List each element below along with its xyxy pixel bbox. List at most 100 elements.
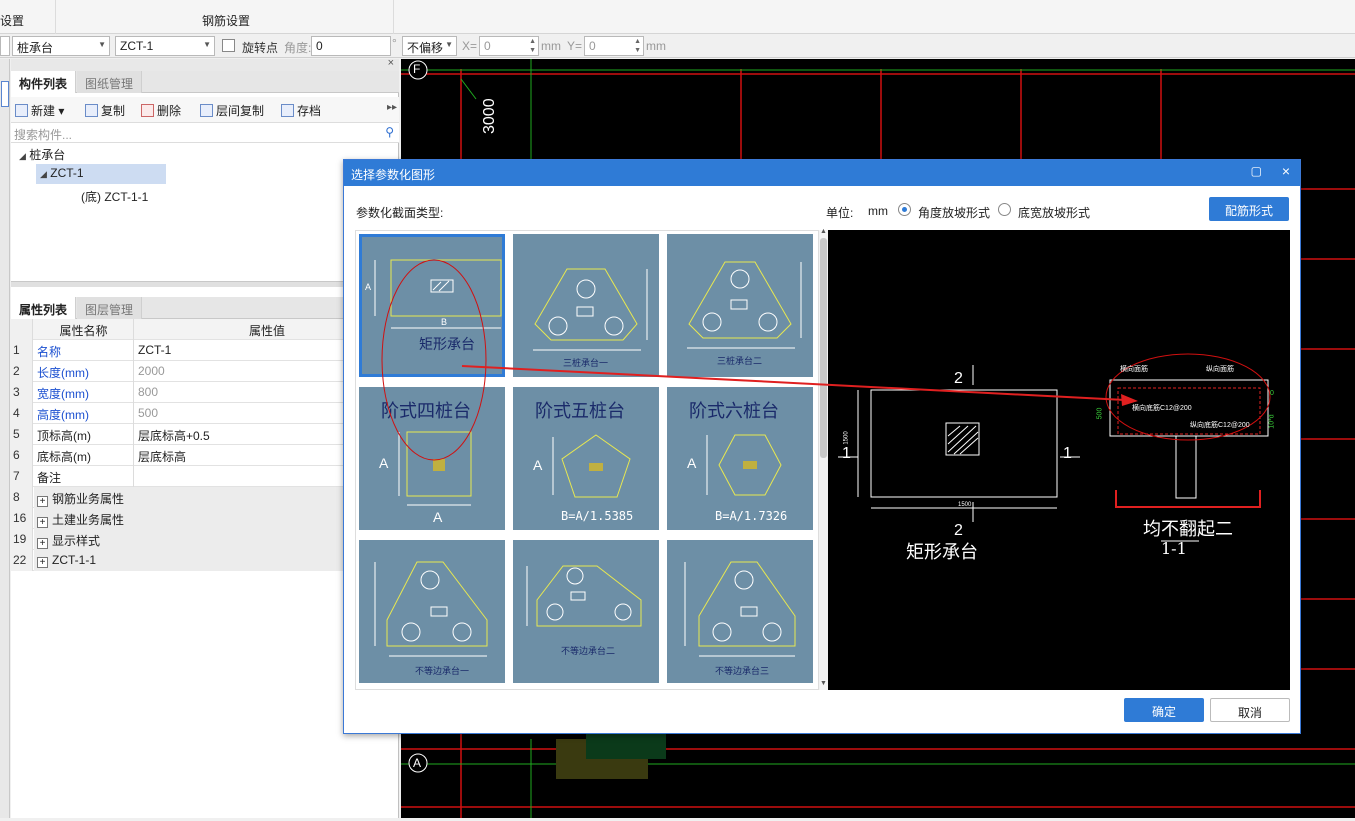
tab-layer-manager[interactable]: 图层管理 <box>77 297 143 319</box>
type-combo[interactable]: 桩承台 ▼ <box>12 36 110 56</box>
section-marker-right: 1 <box>1063 445 1072 462</box>
angle-slope-radio[interactable] <box>898 203 911 216</box>
component-search-input[interactable]: 搜索构件... ⚲ <box>11 123 399 143</box>
x-offset-input[interactable]: 0 ▲ ▼ <box>479 36 539 56</box>
angle-slope-label[interactable]: 角度放坡形式 <box>918 204 990 221</box>
expand-icon[interactable]: + <box>37 517 48 528</box>
preview-drawing <box>838 353 1271 542</box>
dock-toggle[interactable] <box>1 81 9 107</box>
property-row[interactable]: 6 底标高(m) 层底标高 <box>11 445 399 466</box>
expand-icon[interactable]: ◢ <box>40 169 47 179</box>
ok-button[interactable]: 确定 <box>1124 698 1204 722</box>
shape-thumb-uneven-1[interactable]: 不等边承台一 <box>359 540 505 683</box>
width-slope-radio[interactable] <box>998 203 1011 216</box>
shape-name: 矩形承台 <box>419 337 475 353</box>
property-group-label: ZCT-1-1 <box>52 553 97 567</box>
expand-icon[interactable]: ◢ <box>19 151 26 161</box>
left-dock-strip <box>0 59 10 818</box>
tree-node-zct1-1[interactable]: (底) ZCT-1-1 <box>81 188 148 205</box>
save-icon <box>281 104 294 117</box>
shape-thumb-uneven-2[interactable]: 不等边承台二 <box>513 540 659 683</box>
rotate-point-checkbox[interactable] <box>222 39 235 52</box>
shape-thumb-three-pile-1[interactable]: 三桩承台一 <box>513 234 659 377</box>
shape-thumb-rect[interactable]: A B 矩形承台 <box>359 234 505 377</box>
property-row[interactable]: 7 备注 <box>11 466 399 487</box>
copy-button[interactable]: 复制 <box>85 102 125 119</box>
y-offset-input[interactable]: 0 ▲ ▼ <box>584 36 644 56</box>
property-row[interactable]: 22 + ZCT-1-1 <box>11 550 399 571</box>
degree-unit: ° <box>392 36 397 50</box>
x-label: X= <box>462 39 478 53</box>
expand-icon[interactable]: + <box>37 538 48 549</box>
row-number: 16 <box>11 508 33 529</box>
dim-a-label: A <box>533 457 543 473</box>
edge-combo[interactable] <box>0 36 10 56</box>
search-placeholder: 搜索构件... <box>14 128 73 142</box>
property-row[interactable]: 3 宽度(mm) 800 <box>11 382 399 403</box>
property-name: 长度(mm) <box>34 361 134 382</box>
spinner-icon[interactable]: ▲ ▼ <box>529 37 536 55</box>
scroll-up-icon[interactable]: ▲ <box>820 228 827 235</box>
property-name: 顶标高(m) <box>34 424 134 445</box>
maximize-icon[interactable]: ▢ <box>1251 164 1262 178</box>
property-name: 备注 <box>34 466 134 487</box>
floor-copy-button[interactable]: 层间复制 <box>200 102 264 119</box>
ribbon-divider <box>55 0 56 34</box>
tree-node-zct1[interactable]: ◢ ZCT-1 <box>36 164 166 184</box>
tab-component-list[interactable]: 构件列表 <box>11 71 77 93</box>
gallery-scrollbar[interactable]: ▲ ▼ <box>819 228 828 690</box>
property-row[interactable]: 4 高度(mm) 500 <box>11 403 399 424</box>
search-icon[interactable]: ⚲ <box>385 125 394 139</box>
shape-thumb-step-five[interactable]: 阶式五桩台 A B=A/1.5385 <box>513 387 659 530</box>
y-label: Y= <box>567 39 583 53</box>
chevron-down-icon: ▼ <box>98 40 106 49</box>
tab-drawing-manager[interactable]: 图纸管理 <box>77 71 143 93</box>
row-number: 7 <box>11 466 33 487</box>
shape-thumb-three-pile-2[interactable]: 三桩承台二 <box>667 234 813 377</box>
row-number: 3 <box>11 382 33 403</box>
tab-property-list[interactable]: 属性列表 <box>11 297 77 319</box>
property-row[interactable]: 19 + 显示样式 <box>11 529 399 550</box>
cad-dimension-label: 3000 <box>481 98 498 134</box>
panel-splitter[interactable] <box>11 281 399 287</box>
property-row[interactable]: 16 + 土建业务属性 <box>11 508 399 529</box>
property-row[interactable]: 2 长度(mm) 2000 <box>11 361 399 382</box>
dim-a-label: A <box>379 455 389 471</box>
rotate-point-label: 旋转点 <box>242 41 279 55</box>
shape-formula: B=A/1.5385 <box>561 509 634 523</box>
save-button[interactable]: 存档 <box>281 102 321 119</box>
width-slope-label[interactable]: 底宽放坡形式 <box>1018 204 1090 221</box>
more-icon[interactable]: ▸▸ <box>387 102 397 113</box>
spinner-icon[interactable]: ▲ ▼ <box>634 37 641 55</box>
uneven-figure <box>374 561 488 657</box>
rebar-form-button[interactable]: 配筋形式 <box>1209 197 1289 221</box>
cancel-button[interactable]: 取消 <box>1210 698 1290 722</box>
ribbon-settings-label[interactable]: 设置 <box>0 12 24 29</box>
expand-icon[interactable]: + <box>37 557 48 568</box>
close-icon[interactable]: × <box>388 57 394 69</box>
offset-combo[interactable]: 不偏移 ▼ <box>402 36 457 56</box>
delete-button[interactable]: 删除 <box>141 102 181 119</box>
scrollbar-thumb[interactable] <box>820 238 827 458</box>
shape-name: 不等边承台二 <box>561 646 616 656</box>
side-b-label: 0 <box>1270 390 1274 397</box>
row-number: 19 <box>11 529 33 550</box>
angle-label: 角度: <box>284 41 312 55</box>
dialog-titlebar: 选择参数化图形 ▢ × <box>344 160 1300 186</box>
property-row[interactable]: 5 顶标高(m) 层底标高+0.5 <box>11 424 399 445</box>
property-row[interactable]: 1 名称 ZCT-1 <box>11 340 399 361</box>
scroll-down-icon[interactable]: ▼ <box>820 680 827 687</box>
angle-input[interactable]: 0 <box>311 36 391 56</box>
uneven-figure <box>526 565 642 627</box>
ribbon-rebar-settings-label[interactable]: 钢筋设置 <box>202 12 250 29</box>
close-icon[interactable]: × <box>1282 163 1290 179</box>
new-button[interactable]: 新建 ▾ <box>15 102 64 119</box>
component-combo[interactable]: ZCT-1 ▼ <box>115 36 215 56</box>
expand-icon[interactable]: + <box>37 496 48 507</box>
property-row[interactable]: 8 + 钢筋业务属性 <box>11 487 399 508</box>
shape-thumb-uneven-3[interactable]: 不等边承台三 <box>667 540 813 683</box>
shape-thumb-step-four[interactable]: 阶式四桩台 A A <box>359 387 505 530</box>
shape-thumb-step-six[interactable]: 阶式六桩台 A B=A/1.7326 <box>667 387 813 530</box>
tree-node-root[interactable]: ◢ 桩承台 <box>19 146 65 163</box>
x-unit: mm <box>541 39 561 53</box>
